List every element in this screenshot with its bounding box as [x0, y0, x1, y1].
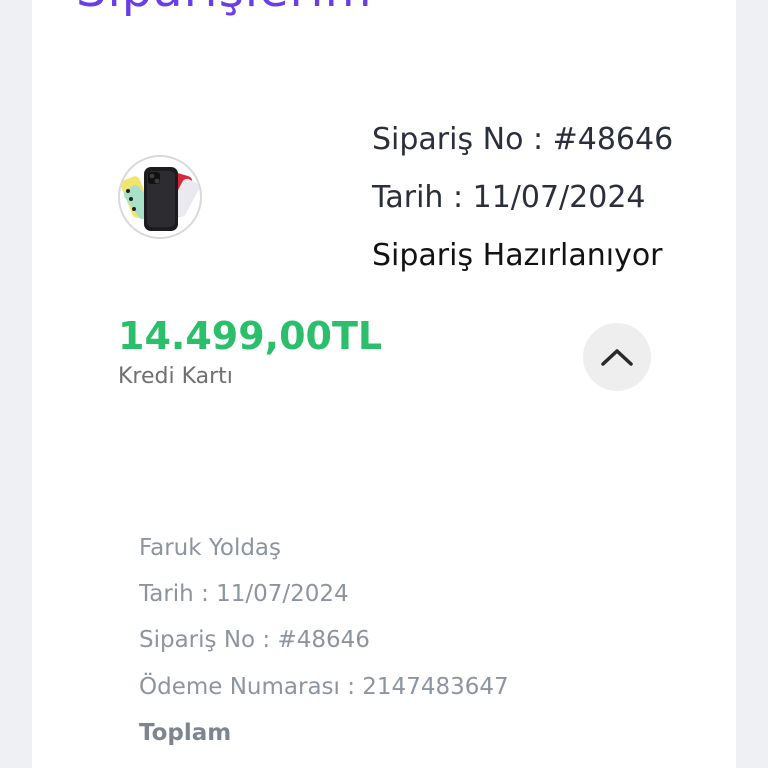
order-card: Siparişlerim Sipariş No : #48646 Tarih :…	[32, 0, 736, 768]
payment-number: Ödeme Numarası : 2147483647	[139, 674, 509, 700]
order-date: Tarih : 11/07/2024	[372, 180, 646, 215]
payment-method: Kredi Kartı	[118, 364, 233, 389]
page-title: Siparişlerim	[76, 0, 372, 18]
detail-order-number: Sipariş No : #48646	[139, 627, 370, 653]
product-thumbnail[interactable]	[118, 155, 202, 239]
detail-date: Tarih : 11/07/2024	[139, 581, 349, 607]
order-price: 14.499,00TL	[118, 314, 383, 358]
order-status: Sipariş Hazırlanıyor	[372, 238, 663, 273]
order-number: Sipariş No : #48646	[372, 122, 674, 157]
customer-name: Faruk Yoldaş	[139, 535, 282, 561]
chevron-up-icon	[601, 349, 633, 366]
collapse-details-button[interactable]	[583, 323, 651, 391]
phone-product-image	[120, 157, 200, 237]
total-label: Toplam	[139, 720, 232, 746]
